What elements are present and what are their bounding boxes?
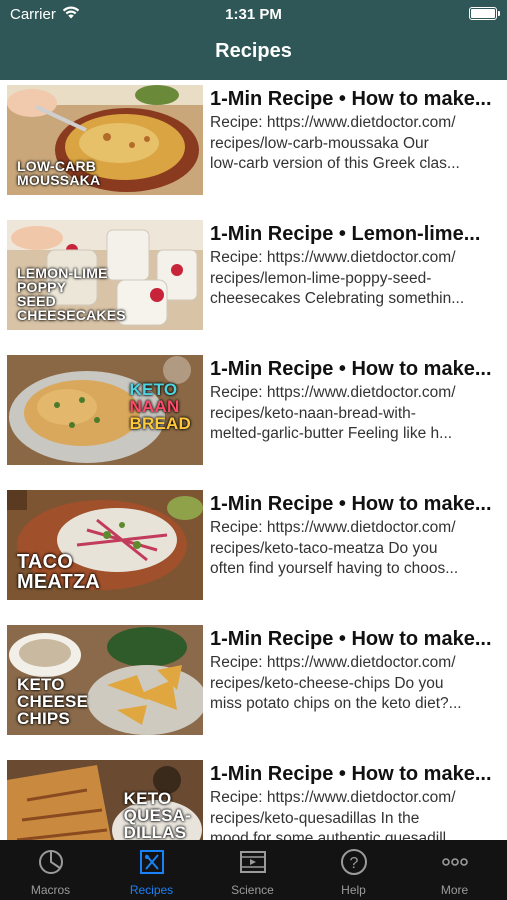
status-time: 1:31 PM xyxy=(225,6,282,23)
caption-line: BREAD xyxy=(129,414,191,433)
film-icon xyxy=(239,848,267,876)
recipe-thumbnail: TACO MEATZA xyxy=(7,490,203,600)
recipe-description: Recipe: https://www.dietdoctor.com/ reci… xyxy=(210,248,502,310)
description-line: mood for some authentic quesadill... xyxy=(210,830,459,840)
help-icon: ? xyxy=(340,848,368,876)
list-item-recipe[interactable]: LOW-CARB MOUSSAKA 1-Min Recipe • How to … xyxy=(0,80,507,215)
description-line: miss potato chips on the keto diet?... xyxy=(210,695,462,712)
thumbnail-caption: LEMON-LIME POPPY SEED CHEESECAKES xyxy=(17,265,126,323)
tab-label: Science xyxy=(231,883,274,897)
description-line: recipes/keto-naan-bread-with- xyxy=(210,404,416,422)
list-item-recipe[interactable]: KETO QUESA- DILLAS 1-Min Recipe • How to… xyxy=(0,755,507,840)
recipe-title: 1-Min Recipe • How to make... xyxy=(210,763,492,785)
recipe-description: Recipe: https://www.dietdoctor.com/ reci… xyxy=(210,788,502,840)
recipes-icon xyxy=(138,848,166,876)
thumbnail-caption: LOW-CARB MOUSSAKA xyxy=(17,158,101,188)
description-line: recipes/keto-cheese-chips Do you xyxy=(210,674,444,692)
description-line: recipes/lemon-lime-poppy-seed- xyxy=(210,269,432,287)
thumbnail-caption: KETO NAAN BREAD xyxy=(130,381,191,432)
recipe-title: 1-Min Recipe • How to make... xyxy=(210,628,492,650)
recipe-thumbnail: LEMON-LIME POPPY SEED CHEESECAKES xyxy=(7,220,203,330)
svg-text:?: ? xyxy=(350,855,359,872)
tab-label: More xyxy=(440,883,469,897)
description-line: melted-garlic-butter Feeling like h... xyxy=(210,425,453,442)
recipe-description: Recipe: https://www.dietdoctor.com/ reci… xyxy=(210,518,502,580)
battery-icon xyxy=(469,7,500,20)
description-line: recipes/low-carb-moussaka Our xyxy=(210,134,429,152)
recipe-thumbnail: LOW-CARB MOUSSAKA xyxy=(7,85,203,195)
pie-chart-icon xyxy=(37,848,65,876)
status-bar: Carrier 1:31 PM xyxy=(0,0,507,28)
description-line: cheesecakes Celebrating somethin... xyxy=(210,290,465,307)
recipe-description: Recipe: https://www.dietdoctor.com/ reci… xyxy=(210,653,502,715)
list-item-recipe[interactable]: KETO CHEESE CHIPS 1-Min Recipe • How to … xyxy=(0,620,507,755)
thumbnail-caption: TACO MEATZA xyxy=(17,551,101,593)
description-line: recipes/keto-quesadillas In the xyxy=(210,809,420,827)
recipe-thumbnail: KETO QUESA- DILLAS xyxy=(7,760,203,840)
recipe-title: 1-Min Recipe • How to make... xyxy=(210,358,492,380)
recipe-list[interactable]: LOW-CARB MOUSSAKA 1-Min Recipe • How to … xyxy=(0,80,507,840)
description-line: Recipe: https://www.dietdoctor.com/ xyxy=(210,114,456,131)
tab-science[interactable]: Science xyxy=(202,840,303,900)
recipe-description: Recipe: https://www.dietdoctor.com/ reci… xyxy=(210,383,502,445)
tab-label: Macros xyxy=(30,883,71,897)
tab-recipes[interactable]: Recipes xyxy=(101,840,202,900)
recipe-title: 1-Min Recipe • Lemon-lime... xyxy=(210,223,481,245)
tab-label: Recipes xyxy=(129,883,174,897)
description-line: Recipe: https://www.dietdoctor.com/ xyxy=(210,384,456,401)
description-line: often find yourself having to choos... xyxy=(210,560,459,577)
navigation-header: Carrier 1:31 PM Recipes xyxy=(0,0,507,80)
description-line: Recipe: https://www.dietdoctor.com/ xyxy=(210,249,456,266)
list-item-recipe[interactable]: LEMON-LIME POPPY SEED CHEESECAKES 1-Min … xyxy=(0,215,507,350)
tab-bar: Macros Recipes Science ? Help More xyxy=(0,840,507,900)
description-line: Recipe: https://www.dietdoctor.com/ xyxy=(210,654,456,671)
more-icon xyxy=(441,848,469,876)
recipe-description: Recipe: https://www.dietdoctor.com/ reci… xyxy=(210,113,502,175)
tab-macros[interactable]: Macros xyxy=(0,840,101,900)
page-title: Recipes xyxy=(215,40,292,62)
description-line: low-carb version of this Greek clas... xyxy=(210,155,460,172)
list-item-recipe[interactable]: KETO NAAN BREAD 1-Min Recipe • How to make… xyxy=(0,350,507,485)
description-line: recipes/keto-taco-meatza Do you xyxy=(210,539,438,557)
description-line: Recipe: https://www.dietdoctor.com/ xyxy=(210,789,456,806)
list-item-recipe[interactable]: TACO MEATZA 1-Min Recipe • How to make..… xyxy=(0,485,507,620)
tab-help[interactable]: ? Help xyxy=(303,840,404,900)
recipe-thumbnail: KETO CHEESE CHIPS xyxy=(7,625,203,735)
thumbnail-caption: KETO QUESA- DILLAS xyxy=(123,789,191,840)
thumbnail-caption: KETO CHEESE CHIPS xyxy=(17,675,89,728)
description-line: Recipe: https://www.dietdoctor.com/ xyxy=(210,519,456,536)
tab-more[interactable]: More xyxy=(404,840,505,900)
tab-label: Help xyxy=(341,883,366,897)
recipe-thumbnail: KETO NAAN BREAD xyxy=(7,355,203,465)
recipe-title: 1-Min Recipe • How to make... xyxy=(210,88,492,110)
recipe-title: 1-Min Recipe • How to make... xyxy=(210,493,492,515)
